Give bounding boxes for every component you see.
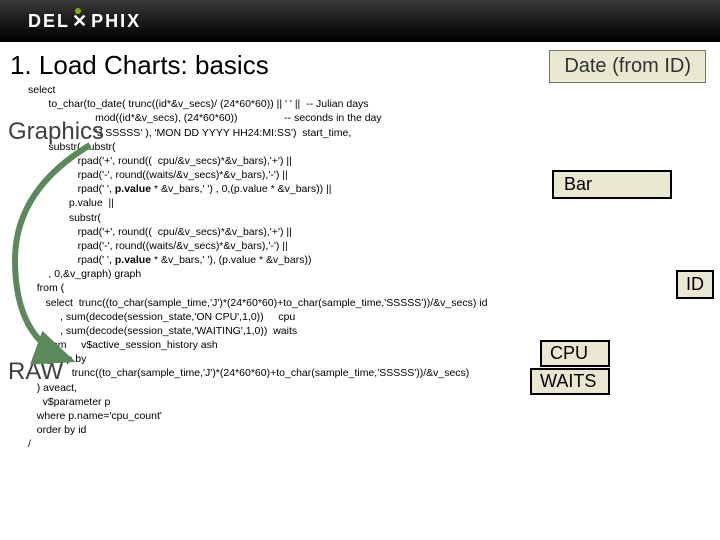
sql-line: /: [28, 437, 710, 451]
sql-line: to_char(to_date( trunc((id*&v_secs)/ (24…: [28, 97, 710, 111]
sql-line: select trunc((to_char(sample_time,'J')*(…: [28, 296, 710, 310]
sql-line: , 0,&v_graph) graph: [28, 267, 710, 281]
sql-line: rpad(' ', p.value * &v_bars,' '), (p.val…: [28, 253, 710, 267]
logo-suffix: PHIX: [91, 11, 141, 32]
sql-line: rpad('+', round(( cpu/&v_secs)*&v_bars),…: [28, 225, 710, 239]
sql-line: , sum(decode(session_state,'ON CPU',1,0)…: [28, 310, 710, 324]
sql-line: rpad('+', round(( cpu/&v_secs)*&v_bars),…: [28, 154, 710, 168]
sql-line: order by id: [28, 423, 710, 437]
header-bar: DEL ✕ PHIX: [0, 0, 720, 42]
sql-line: , 'J SSSSS' ), 'MON DD YYYY HH24:MI:SS')…: [28, 126, 710, 140]
sql-line: , sum(decode(session_state,'WAITING',1,0…: [28, 324, 710, 338]
sql-line: substr(: [28, 211, 710, 225]
sql-line: from (: [28, 281, 710, 295]
sql-line: rpad('-', round((waits/&v_secs)*&v_bars)…: [28, 239, 710, 253]
id-badge: ID: [676, 270, 714, 299]
cpu-badge: CPU: [540, 340, 610, 367]
sql-line: v$parameter p: [28, 395, 710, 409]
sql-line: mod((id*&v_secs), (24*60*60)) -- seconds…: [28, 111, 710, 125]
title-row: 1. Load Charts: basics Date (from ID): [0, 42, 720, 83]
slide-title: 1. Load Charts: basics: [10, 50, 269, 81]
date-from-id-badge: Date (from ID): [549, 50, 706, 83]
sql-line: select: [28, 83, 710, 97]
sql-line: substr( substr(: [28, 140, 710, 154]
logo-prefix: DEL: [28, 11, 70, 32]
sql-line: where p.name='cpu_count': [28, 409, 710, 423]
bar-badge: Bar: [552, 170, 672, 199]
logo: DEL ✕ PHIX: [28, 11, 141, 32]
sql-content: select to_char(to_date( trunc((id*&v_sec…: [0, 83, 720, 451]
section-label-graphics: Graphics: [8, 118, 104, 146]
section-label-raw: RAW: [8, 358, 63, 386]
logo-x: ✕: [72, 11, 89, 32]
waits-badge: WAITS: [530, 368, 610, 395]
